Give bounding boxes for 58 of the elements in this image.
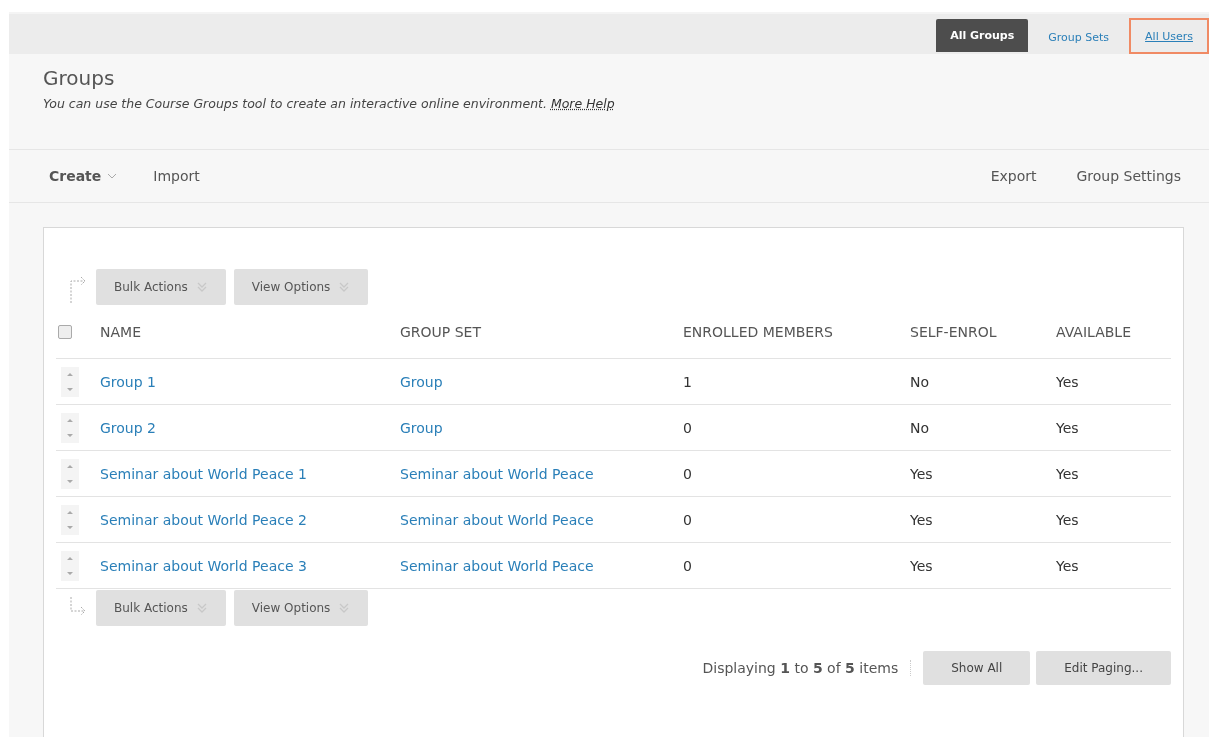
nav-tab[interactable]: Group Sets xyxy=(1034,20,1124,54)
row-link[interactable]: Group xyxy=(400,373,443,390)
table-cell: Yes xyxy=(1055,404,1171,451)
row-link[interactable]: Seminar about World Peace 2 xyxy=(100,511,307,528)
table-cell: Yes xyxy=(1055,496,1171,543)
toolbar-button[interactable]: Export xyxy=(990,168,1037,184)
row-link[interactable]: Seminar about World Peace xyxy=(400,557,594,574)
table-cell: Yes xyxy=(909,542,1055,589)
toolbar-button[interactable]: Import xyxy=(153,168,200,184)
table-cell: 0 xyxy=(682,542,909,589)
create-menu[interactable]: Create xyxy=(49,168,118,184)
table-cell: 0 xyxy=(682,404,909,451)
table-cell: 0 xyxy=(682,496,909,543)
select-all-checkbox[interactable] xyxy=(58,325,72,339)
reorder-handle-icon[interactable] xyxy=(61,366,79,397)
nav-tab[interactable]: All Groups xyxy=(936,19,1029,52)
reorder-handle-icon[interactable] xyxy=(61,412,79,443)
nav-tab[interactable]: All Users xyxy=(1129,18,1209,54)
paging-button[interactable]: Show All xyxy=(923,651,1031,685)
chevron-icon xyxy=(195,281,208,293)
reorder-handle-icon[interactable] xyxy=(61,458,79,489)
column-header: SELF-ENROL xyxy=(909,306,1055,359)
row-link[interactable]: Seminar about World Peace 3 xyxy=(100,557,307,574)
row-link[interactable]: Seminar about World Peace 1 xyxy=(100,465,307,482)
chevron-icon xyxy=(195,602,208,614)
page-description: You can use the Course Groups tool to create an interactive online environment. More Help xyxy=(43,96,616,111)
row-link[interactable]: Group 2 xyxy=(100,419,156,436)
page-title: Groups xyxy=(43,66,116,90)
reorder-handle-icon[interactable] xyxy=(61,504,79,535)
table-cell: Yes xyxy=(1055,542,1171,589)
table-cell: No xyxy=(909,404,1055,451)
table-cell: 0 xyxy=(682,450,909,497)
dropdown-button[interactable]: View Options xyxy=(233,269,369,305)
table-cell: 1 xyxy=(682,358,909,405)
help-link[interactable]: More Help xyxy=(550,96,615,111)
row-link[interactable]: Seminar about World Peace xyxy=(400,511,594,528)
caret-icon xyxy=(107,173,118,179)
column-header: NAME xyxy=(99,306,399,359)
dropdown-button[interactable]: View Options xyxy=(233,590,369,626)
row-link[interactable]: Seminar about World Peace xyxy=(400,465,594,482)
chevron-icon xyxy=(338,281,351,293)
row-link[interactable]: Group xyxy=(400,419,443,436)
table-cell: Yes xyxy=(1055,450,1171,497)
table-cell: Yes xyxy=(909,496,1055,543)
toolbar-button[interactable]: Group Settings xyxy=(1076,168,1181,184)
table-cell: No xyxy=(909,358,1055,405)
paging-summary: Displaying 1 to 5 of 5 items xyxy=(702,660,912,676)
column-header: GROUP SET xyxy=(399,306,682,359)
column-header: AVAILABLE xyxy=(1055,306,1171,359)
dropdown-button[interactable]: Bulk Actions xyxy=(96,269,226,305)
dropdown-button[interactable]: Bulk Actions xyxy=(96,590,226,626)
table-cell: Yes xyxy=(909,450,1055,497)
reorder-handle-icon[interactable] xyxy=(61,550,79,581)
table-cell: Yes xyxy=(1055,358,1171,405)
chevron-icon xyxy=(338,602,351,614)
row-link[interactable]: Group 1 xyxy=(100,373,156,390)
paging-button[interactable]: Edit Paging... xyxy=(1036,651,1171,685)
column-header: ENROLLED MEMBERS xyxy=(682,306,909,359)
